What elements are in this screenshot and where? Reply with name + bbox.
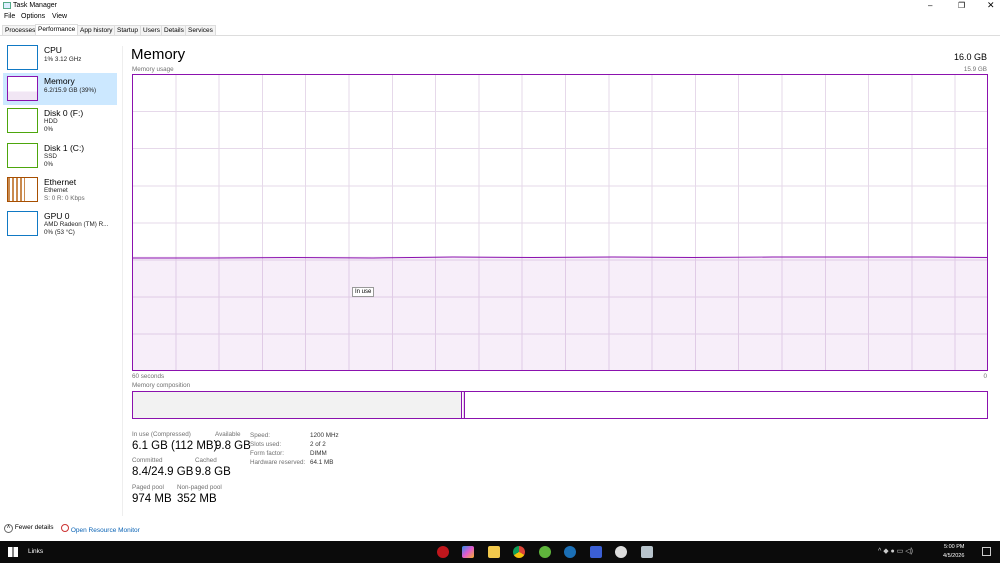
nonpaged-pool-label: Non-paged pool [177, 484, 222, 491]
utorrent-icon[interactable] [539, 546, 551, 558]
speed-label: Speed: [250, 432, 270, 439]
sidebar-item-sub: AMD Radeon (TM) R... [44, 221, 109, 228]
sidebar-item-sub: 0% (53 °C) [44, 229, 75, 236]
committed-value: 8.4/24.9 GB [132, 466, 194, 478]
sidebar-item-disk0[interactable]: Disk 0 (F:) HDD 0% [3, 105, 117, 137]
tray-icons[interactable]: ^ ◆ ● ▭ ◁) [878, 547, 913, 555]
links-toolbar[interactable]: Links [28, 548, 43, 555]
available-value: 9.8 GB [215, 440, 251, 452]
sidebar-item-sub: S: 0 R: 0 Kbps [44, 195, 85, 202]
in-use-tooltip: In use [352, 287, 375, 297]
copilot-icon[interactable] [462, 546, 474, 558]
sidebar-item-label: CPU [44, 45, 62, 55]
tab-processes[interactable]: Processes [2, 25, 39, 35]
resource-monitor-icon [61, 524, 69, 532]
steam-icon[interactable] [564, 546, 576, 558]
form-factor-value: DIMM [310, 450, 327, 457]
gpu-thumbnail [7, 211, 38, 236]
memory-composition-label: Memory composition [132, 382, 191, 389]
sidebar-item-sub: Ethernet [44, 187, 68, 194]
available-label: Available [215, 431, 241, 438]
sidebar-item-label: Disk 0 (F:) [44, 108, 84, 118]
resource-monitor-label: Open Resource Monitor [70, 527, 140, 534]
sidebar-item-label: Ethernet [44, 177, 77, 187]
paint-icon[interactable] [615, 546, 627, 558]
sidebar-item-sub: 6.2/15.9 GB (39%) [44, 87, 97, 94]
sidebar-item-label: GPU 0 [44, 211, 70, 221]
fewer-details-label: Fewer details [14, 524, 54, 531]
slots-label: Slots used: [250, 441, 282, 448]
clock-time[interactable]: 5:00 PM [944, 544, 964, 550]
sidebar-item-cpu[interactable]: CPU 1% 3.12 GHz [3, 42, 117, 74]
notification-icon[interactable] [982, 547, 991, 556]
cached-value: 9.8 GB [195, 466, 231, 478]
hardware-reserved-label: Hardware reserved: [250, 459, 306, 466]
memory-total: 16.0 GB [953, 52, 987, 62]
sidebar-item-ethernet[interactable]: Ethernet Ethernet S: 0 R: 0 Kbps [3, 174, 117, 206]
cached-label: Cached [195, 457, 217, 464]
file-explorer-icon[interactable] [488, 546, 500, 558]
app-icon-red[interactable] [437, 546, 449, 558]
task-manager-taskbar-icon[interactable] [641, 546, 653, 558]
menu-file[interactable]: File [4, 13, 15, 20]
taskbar: Links ^ ◆ ● ▭ ◁) 5:00 PM 4/5/2026 [0, 541, 1000, 563]
disk-thumbnail [7, 143, 38, 168]
sidebar-item-label: Memory [44, 76, 75, 86]
committed-label: Committed [132, 457, 163, 464]
hardware-reserved-value: 64.1 MB [310, 459, 334, 466]
tab-app-history[interactable]: App history [77, 25, 116, 35]
window-title: Task Manager [13, 2, 57, 9]
sidebar-divider [122, 46, 123, 516]
in-use-label: In use (Compressed) [132, 431, 191, 438]
fewer-details-button[interactable]: ˄ Fewer details [4, 524, 53, 533]
nonpaged-pool-value: 352 MB [177, 493, 217, 505]
app-icon [3, 2, 11, 9]
paged-pool-value: 974 MB [132, 493, 172, 505]
tab-startup[interactable]: Startup [114, 25, 141, 35]
speed-value: 1200 MHz [310, 432, 339, 439]
time-right-label: 0 [983, 373, 987, 380]
clock-date[interactable]: 4/5/2026 [943, 553, 964, 559]
slots-value: 2 of 2 [310, 441, 326, 448]
ethernet-thumbnail [7, 177, 38, 202]
minimize-button[interactable]: – [928, 1, 932, 10]
tab-details[interactable]: Details [161, 25, 187, 35]
form-factor-label: Form factor: [250, 450, 284, 457]
memory-composition-bar [132, 391, 988, 419]
start-button[interactable] [8, 547, 18, 557]
menu-options[interactable]: Options [21, 13, 45, 20]
sidebar-item-sub: 0% [44, 161, 54, 168]
sidebar-item-memory[interactable]: Memory 6.2/15.9 GB (39%) [3, 73, 117, 105]
usage-line [133, 256, 987, 259]
sidebar-item-sub: 1% 3.12 GHz [44, 56, 82, 63]
sidebar-item-sub: HDD [44, 118, 58, 125]
close-button[interactable]: ✕ [987, 0, 995, 11]
menu-view[interactable]: View [52, 13, 67, 20]
composition-modified [463, 392, 465, 418]
sidebar-item-disk1[interactable]: Disk 1 (C:) SSD 0% [3, 140, 117, 172]
memory-thumbnail [7, 76, 38, 101]
time-left-label: 60 seconds [132, 373, 165, 380]
disk-thumbnail [7, 108, 38, 133]
tab-users[interactable]: Users [140, 25, 163, 35]
memory-usage-label: Memory usage [132, 66, 174, 73]
save-app-icon[interactable] [590, 546, 602, 558]
sidebar-item-sub: 0% [44, 126, 54, 133]
sidebar-item-label: Disk 1 (C:) [44, 143, 85, 153]
tab-services[interactable]: Services [185, 25, 216, 35]
sidebar-item-gpu0[interactable]: GPU 0 AMD Radeon (TM) R... 0% (53 °C) [3, 208, 117, 240]
paged-pool-label: Paged pool [132, 484, 164, 491]
sidebar-item-sub: SSD [44, 153, 57, 160]
in-use-value: 6.1 GB (112 MB) [132, 440, 218, 452]
tab-divider [0, 35, 1000, 36]
memory-usage-graph: In use [132, 74, 988, 371]
composition-in-use [133, 392, 462, 418]
chevron-up-icon: ˄ [4, 524, 13, 533]
open-resource-monitor-link[interactable]: Open Resource Monitor [61, 524, 140, 534]
cpu-thumbnail [7, 45, 38, 70]
restore-button[interactable]: ❐ [958, 1, 965, 10]
memory-max-label: 15.9 GB [963, 66, 987, 73]
page-title: Memory [131, 46, 186, 63]
chrome-icon[interactable] [513, 546, 525, 558]
